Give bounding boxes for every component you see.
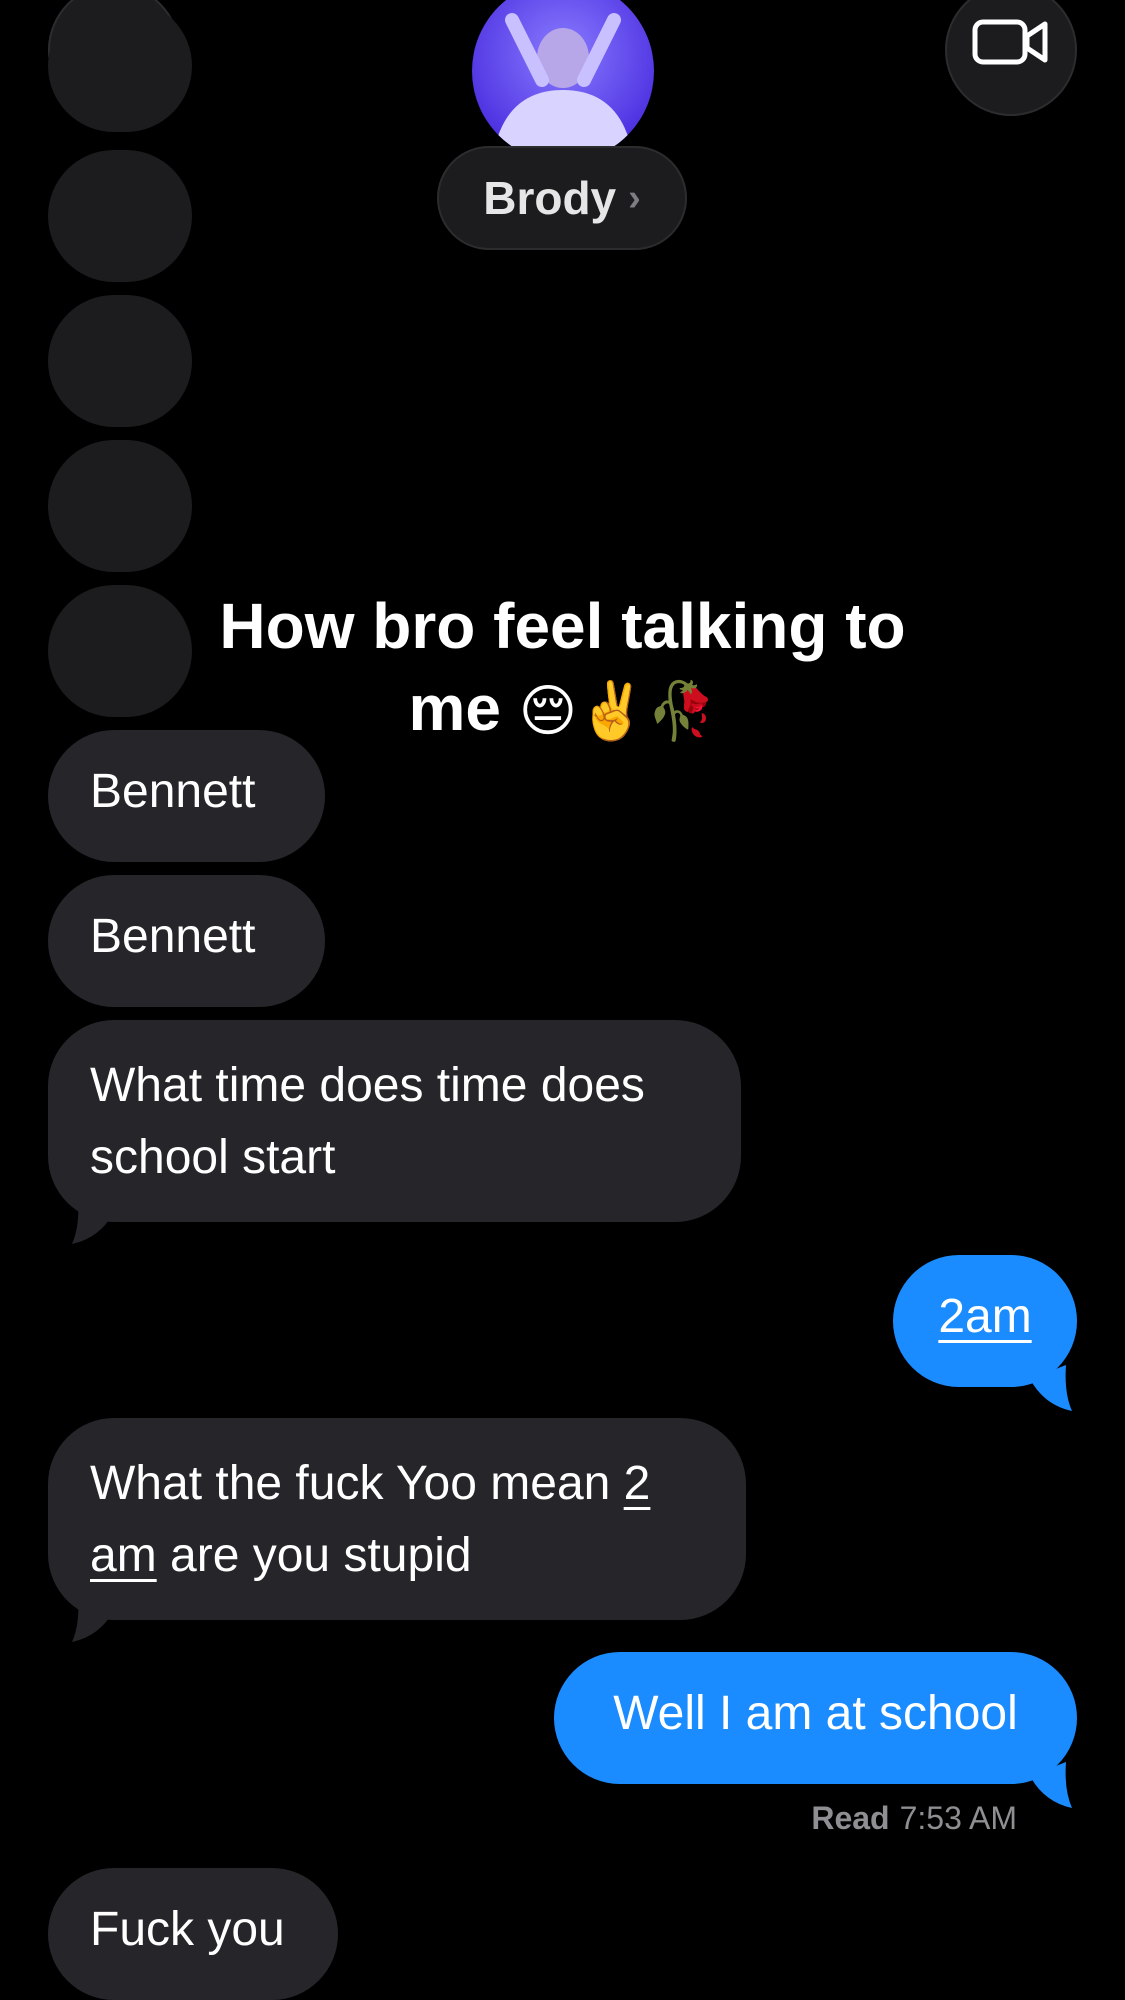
video-camera-icon	[972, 19, 1048, 65]
message-bubble-incoming[interactable]: Fuck you	[48, 1868, 338, 2000]
message-text: 2am	[938, 1290, 1032, 1343]
message-text-line: What time does time does	[90, 1059, 645, 1112]
contact-name: Brody	[483, 172, 617, 224]
stacked-bubble	[48, 150, 192, 282]
message-text-line: am are you stupid	[90, 1520, 704, 1592]
bubble-tail	[1030, 1762, 1072, 1808]
stacked-bubble	[48, 0, 192, 132]
chevron-right-icon: ›	[628, 176, 641, 219]
caption-emojis: 😔✌️🥀	[518, 679, 717, 742]
message-bubble-incoming[interactable]: What the fuck Yoo mean 2 am are you stup…	[48, 1418, 746, 1620]
message-text: Well I am at school	[613, 1687, 1018, 1740]
message-text-line: What the fuck Yoo mean 2	[90, 1448, 704, 1520]
message-text-segment: are you stupid	[156, 1529, 472, 1582]
bubble-tail	[1030, 1365, 1072, 1411]
video-call-button[interactable]	[945, 0, 1077, 116]
bubble-tail	[72, 1596, 114, 1642]
message-bubble-incoming[interactable]: Bennett	[48, 875, 325, 1007]
contact-name-button[interactable]: Brody ›	[437, 146, 687, 250]
stacked-bubble	[48, 295, 192, 427]
message-text: Bennett	[90, 765, 256, 818]
photo-caption: How bro feel talking to me 😔✌️🥀	[170, 585, 955, 752]
message-text-line: school start	[90, 1131, 336, 1184]
read-receipt: Read 7:53 AM	[811, 1800, 1017, 1837]
message-text: Fuck you	[90, 1903, 285, 1956]
read-receipt-time: 7:53 AM	[899, 1800, 1017, 1836]
message-bubble-incoming[interactable]: Bennett	[48, 730, 325, 862]
contact-avatar[interactable]	[472, 0, 654, 162]
message-text: Bennett	[90, 910, 256, 963]
message-date-link[interactable]: am	[90, 1529, 157, 1582]
bubble-tail	[72, 1198, 114, 1244]
message-date-link[interactable]: 2	[624, 1457, 651, 1510]
message-text-segment: What the fuck Yoo mean	[90, 1457, 624, 1510]
message-bubble-incoming[interactable]: What time does time does school start	[48, 1020, 741, 1222]
stacked-bubble	[48, 440, 192, 572]
message-bubble-outgoing[interactable]: Well I am at school	[554, 1652, 1077, 1784]
read-receipt-label: Read	[811, 1800, 890, 1836]
avatar-photo	[472, 0, 654, 162]
